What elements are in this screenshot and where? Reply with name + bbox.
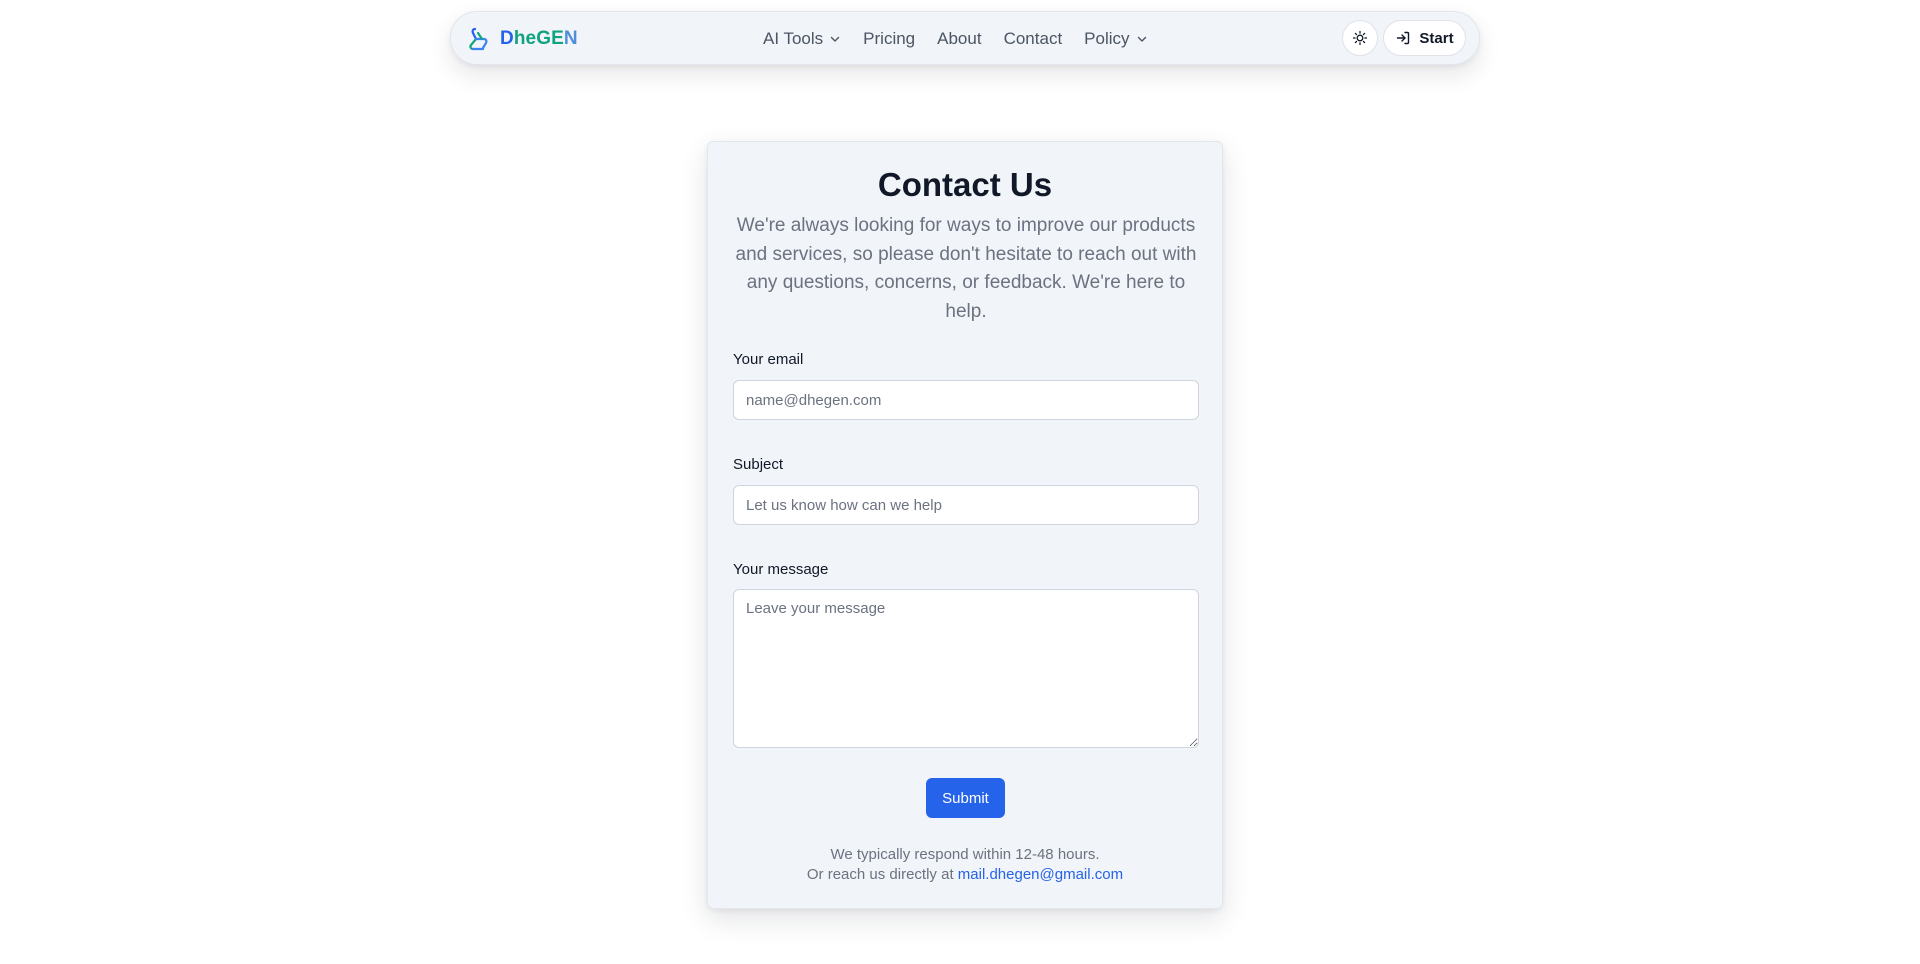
email-label: Your email: [733, 351, 804, 368]
email-field[interactable]: [733, 380, 1199, 420]
sun-icon: [1352, 30, 1368, 46]
nav-item-label: Policy: [1084, 29, 1130, 48]
reach-us-prefix: Or reach us directly at: [806, 866, 954, 883]
submit-button[interactable]: Submit: [926, 778, 1005, 818]
login-arrow-icon: [1397, 31, 1410, 45]
molecule-logo-icon: [469, 27, 488, 51]
page-description: We're always looking for ways to improve…: [735, 215, 1197, 322]
top-navbar: DheGEN AI Tools Pricing About Contact Po…: [450, 11, 1480, 65]
start-button[interactable]: Start: [1383, 20, 1466, 56]
theme-toggle-button[interactable]: [1342, 20, 1378, 56]
brand-logo-link[interactable]: DheGEN: [466, 26, 578, 52]
brand-name: DheGEN: [500, 28, 578, 49]
message-textarea[interactable]: [733, 589, 1199, 748]
contact-card: Contact Us We're always looking for ways…: [707, 141, 1223, 909]
message-label: Your message: [733, 561, 829, 578]
nav-item-label: Contact: [1003, 29, 1063, 48]
nav-item-pricing[interactable]: Pricing: [863, 29, 915, 49]
nav-item-label: About: [937, 29, 982, 48]
nav-item-label: AI Tools: [763, 29, 824, 48]
nav-links: AI Tools Pricing About Contact Policy: [763, 12, 1148, 66]
subject-field[interactable]: [733, 485, 1199, 525]
contact-email-link[interactable]: mail.dhegen@gmail.com: [958, 866, 1123, 883]
subject-label: Subject: [733, 456, 784, 473]
reach-us-line: Or reach us directly at mail.dhegen@gmai…: [708, 865, 1222, 885]
nav-item-ai-tools[interactable]: AI Tools: [763, 29, 841, 49]
response-time-text: We typically respond within 12-48 hours.: [830, 846, 1100, 863]
chevron-down-icon: [1137, 36, 1146, 42]
nav-item-about[interactable]: About: [937, 29, 981, 49]
chevron-down-icon: [830, 36, 840, 42]
nav-item-contact[interactable]: Contact: [1004, 29, 1063, 49]
response-note-block: We typically respond within 12-48 hours.…: [708, 845, 1222, 885]
start-label: Start: [1419, 29, 1454, 47]
nav-item-label: Pricing: [863, 29, 916, 48]
page-title: Contact Us: [877, 166, 1053, 203]
nav-item-policy[interactable]: Policy: [1084, 29, 1147, 49]
